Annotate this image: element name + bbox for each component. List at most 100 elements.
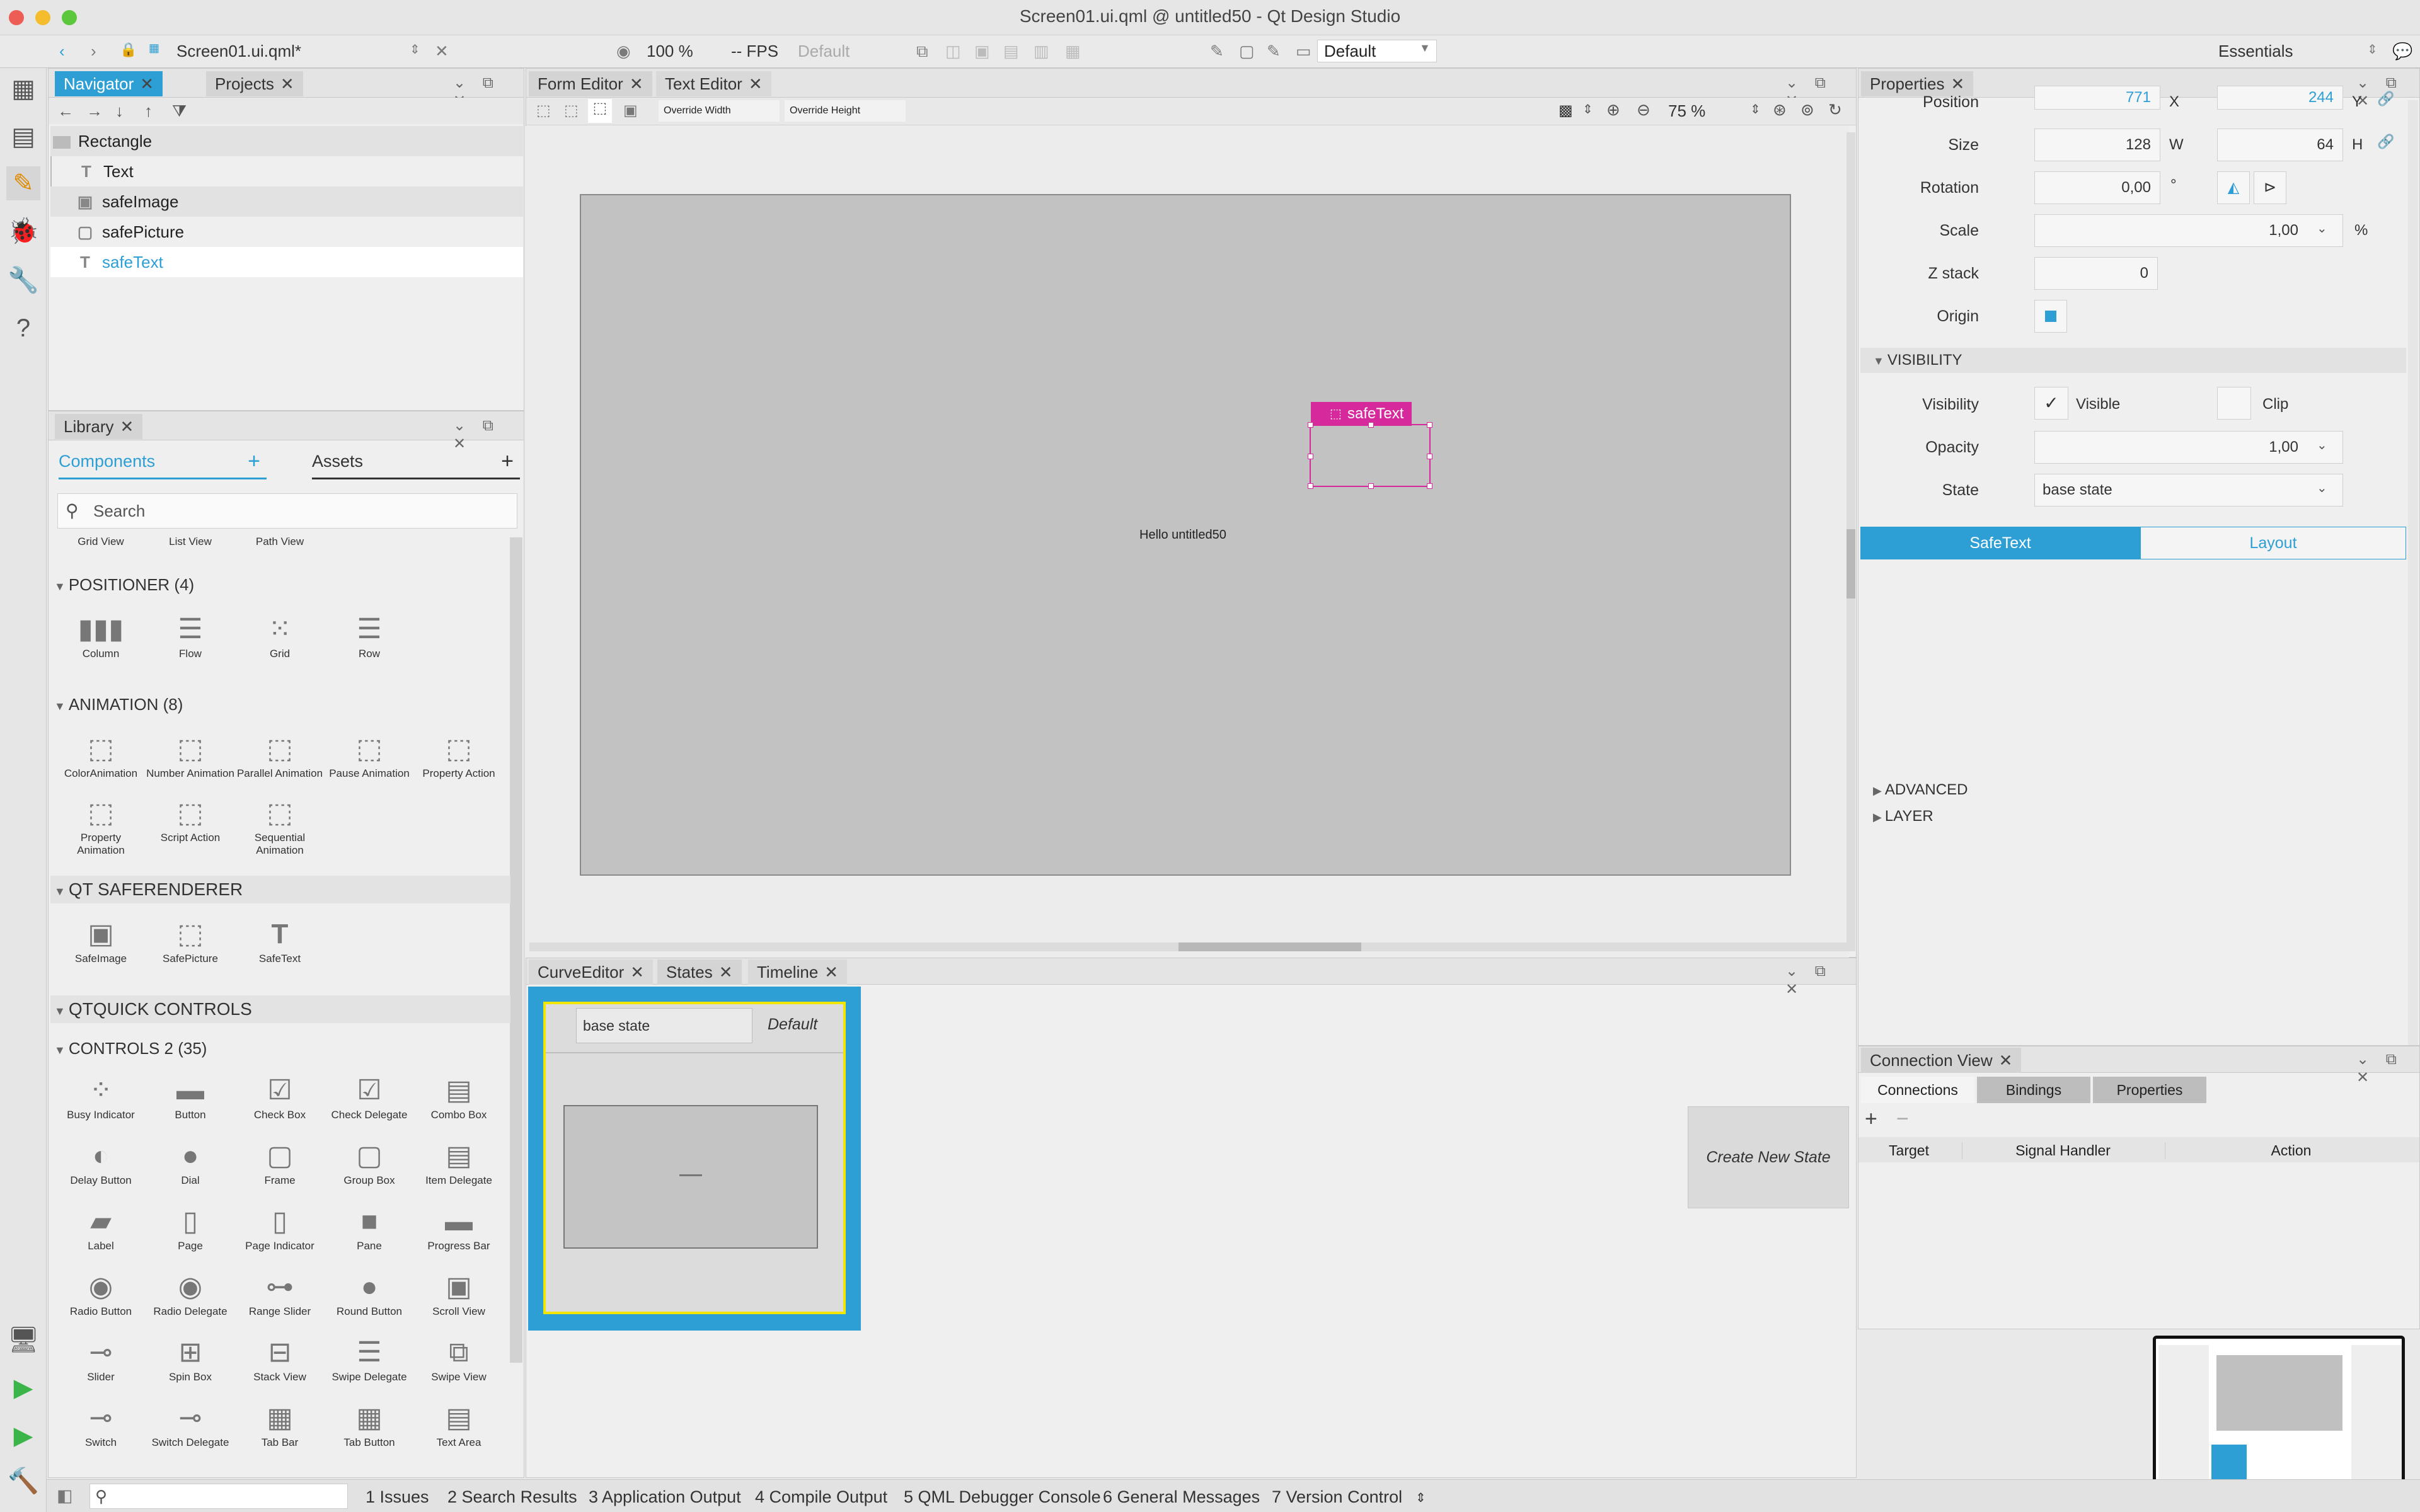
- z-stack-field[interactable]: 0: [2034, 257, 2158, 290]
- scroll-thumb[interactable]: [1847, 529, 1855, 598]
- forward-icon[interactable]: ›: [91, 42, 96, 61]
- section-advanced[interactable]: ▶ ADVANCED: [1860, 777, 2406, 803]
- library-item-busy-indicator[interactable]: ⁘ Busy Indicator: [57, 1072, 145, 1121]
- edit-icon[interactable]: ✎: [1210, 42, 1224, 61]
- library-item-switch-delegate[interactable]: ⊸ Switch Delegate: [146, 1400, 234, 1449]
- rotation-field[interactable]: 0,00: [2034, 171, 2160, 204]
- close-icon[interactable]: ✕: [140, 74, 154, 93]
- state-name-field[interactable]: base state: [576, 1008, 752, 1043]
- zoom-out-icon[interactable]: ⊖: [1637, 100, 1651, 120]
- library-item-text-area[interactable]: ▤ Text Area: [415, 1400, 503, 1449]
- tree-item-text[interactable]: T Text: [50, 156, 523, 186]
- library-item-check-box[interactable]: ☑ Check Box: [236, 1072, 324, 1121]
- col-signal-handler[interactable]: Signal Handler: [1962, 1142, 2164, 1159]
- tab-timeline[interactable]: Timeline ✕: [748, 959, 848, 985]
- chevron-updown-icon[interactable]: ⇕: [1750, 101, 1761, 117]
- select-icon[interactable]: ⬚: [536, 101, 551, 120]
- move-left-icon[interactable]: ←: [57, 101, 74, 121]
- library-item-stack-view[interactable]: ⊟ Stack View: [236, 1334, 324, 1383]
- scroll-thumb[interactable]: [1178, 942, 1361, 951]
- tab-text-editor[interactable]: Text Editor ✕: [656, 71, 771, 96]
- snap-icon[interactable]: ⬚: [588, 99, 612, 123]
- projects-mode-icon[interactable]: 🔧: [6, 263, 40, 297]
- library-item-round-button[interactable]: ● Round Button: [325, 1269, 413, 1318]
- library-item-script-action[interactable]: ⬚ Script Action: [146, 795, 234, 844]
- library-item-spin-box[interactable]: ⊞ Spin Box: [146, 1334, 234, 1383]
- tab-safetext-properties[interactable]: SafeText: [1860, 527, 2140, 559]
- close-icon[interactable]: ✕: [1999, 1051, 2013, 1070]
- workspace-combo[interactable]: Essentials: [2218, 42, 2293, 61]
- library-item-property-animation[interactable]: ⬚ Property Animation: [57, 795, 145, 857]
- resize-handle[interactable]: [1368, 483, 1374, 489]
- resize-handle[interactable]: [1427, 422, 1432, 428]
- library-item-safeimage[interactable]: ▣ SafeImage: [57, 916, 145, 965]
- chevron-updown-icon[interactable]: ⇕: [2367, 42, 2378, 57]
- visible-checkbox[interactable]: ✓: [2034, 387, 2068, 420]
- library-item-pane[interactable]: ■ Pane: [325, 1203, 413, 1252]
- select-children-icon[interactable]: ⬚: [564, 101, 579, 120]
- qml-debugger-console-tab[interactable]: 5 QML Debugger Console: [904, 1487, 1101, 1507]
- close-icon[interactable]: ✕: [630, 963, 644, 982]
- debug-mode-icon[interactable]: 🐞: [6, 214, 40, 248]
- library-item-pause-animation[interactable]: ⬚ Pause Animation: [325, 731, 413, 780]
- close-icon[interactable]: ✕: [630, 74, 643, 93]
- section-controls-2[interactable]: ▼ CONTROLS 2 (35): [50, 1034, 510, 1062]
- library-item-radio-button[interactable]: ◉ Radio Button: [57, 1269, 145, 1318]
- tab-bindings[interactable]: Bindings: [1977, 1077, 2090, 1103]
- close-icon[interactable]: ✕: [280, 74, 294, 93]
- height-field[interactable]: 64: [2217, 129, 2343, 161]
- library-item-column[interactable]: ▮▮▮ Column: [57, 611, 145, 660]
- search-input[interactable]: ⚲ Search: [57, 493, 517, 529]
- tree-item-safetext[interactable]: TsafeText: [50, 247, 523, 277]
- clip-checkbox[interactable]: [2217, 387, 2251, 420]
- distribute-icon[interactable]: ▤: [1003, 42, 1019, 61]
- link-icon[interactable]: 🔗: [2377, 91, 2394, 107]
- resize-handle[interactable]: [1427, 454, 1432, 459]
- scale-field[interactable]: 1,00: [2034, 214, 2343, 247]
- section-qt-saferenderer[interactable]: ▼ QT SAFERENDERER: [50, 876, 510, 903]
- library-item-sequential-animation[interactable]: ⬚ Sequential Animation: [236, 795, 324, 857]
- canvas-vscrollbar[interactable]: [1847, 132, 1855, 951]
- selection-frame[interactable]: [1308, 422, 1432, 489]
- pane-controls[interactable]: ⌄ ⧉ ✕: [1785, 962, 1856, 999]
- tab-curve-editor[interactable]: CurveEditor ✕: [529, 959, 654, 985]
- general-messages-tab[interactable]: 6 General Messages: [1103, 1487, 1260, 1507]
- section-animation[interactable]: ▼ ANIMATION (8): [50, 690, 510, 718]
- states-icon[interactable]: ▭: [1296, 42, 1311, 61]
- library-item-path-view[interactable]: Path View: [236, 536, 324, 548]
- close-icon[interactable]: ✕: [749, 74, 763, 93]
- background-color-icon[interactable]: ▩: [1559, 101, 1573, 120]
- fps-combo[interactable]: -- FPS: [731, 42, 778, 61]
- move-up-icon[interactable]: ↑: [144, 101, 153, 121]
- library-item-group-box[interactable]: ▢ Group Box: [325, 1138, 413, 1187]
- library-item-swipe-view[interactable]: ⧉ Swipe View: [415, 1334, 503, 1383]
- zoom-level-combo[interactable]: 100 %: [647, 42, 693, 61]
- canvas-hello-text[interactable]: Hello untitled50: [1139, 528, 1316, 542]
- chevron-down-icon[interactable]: ⌄: [2317, 220, 2327, 236]
- override-width-field[interactable]: Override Width: [659, 100, 780, 122]
- chevron-down-icon[interactable]: ▼: [1419, 42, 1431, 55]
- sidebar-toggle-icon[interactable]: ◧: [57, 1486, 73, 1506]
- application-output-tab[interactable]: 3 Application Output: [589, 1487, 741, 1507]
- reset-icon[interactable]: ◫: [945, 42, 961, 61]
- pane-controls[interactable]: ⌄ ⧉ ✕: [453, 416, 524, 453]
- link-icon[interactable]: 🔗: [2377, 134, 2394, 150]
- col-action[interactable]: Action: [2165, 1142, 2417, 1159]
- issues-tab[interactable]: 1 Issues: [366, 1487, 429, 1507]
- move-right-icon[interactable]: →: [86, 101, 103, 121]
- compile-output-tab[interactable]: 4 Compile Output: [755, 1487, 887, 1507]
- library-item-radio-delegate[interactable]: ◉ Radio Delegate: [146, 1269, 234, 1318]
- section-layer[interactable]: ▶ LAYER: [1860, 804, 2406, 829]
- library-item-grid-view[interactable]: Grid View: [57, 536, 145, 548]
- selection-label[interactable]: ⬚ safeText: [1311, 402, 1412, 426]
- tree-item-safepicture[interactable]: ▢ safePicture: [50, 217, 523, 247]
- library-item-safepicture[interactable]: ⬚ SafePicture: [146, 916, 234, 965]
- tab-assets[interactable]: Assets +: [312, 449, 520, 479]
- library-item-page[interactable]: ▯ Page: [146, 1203, 234, 1252]
- add-icon[interactable]: +: [501, 449, 514, 474]
- position-y-field[interactable]: 244: [2217, 86, 2343, 110]
- tab-navigator[interactable]: Navigator ✕: [55, 71, 163, 96]
- library-item-dial[interactable]: ● Dial: [146, 1138, 234, 1187]
- remove-icon[interactable]: −: [1896, 1107, 1909, 1131]
- library-item-frame[interactable]: ▢ Frame: [236, 1138, 324, 1187]
